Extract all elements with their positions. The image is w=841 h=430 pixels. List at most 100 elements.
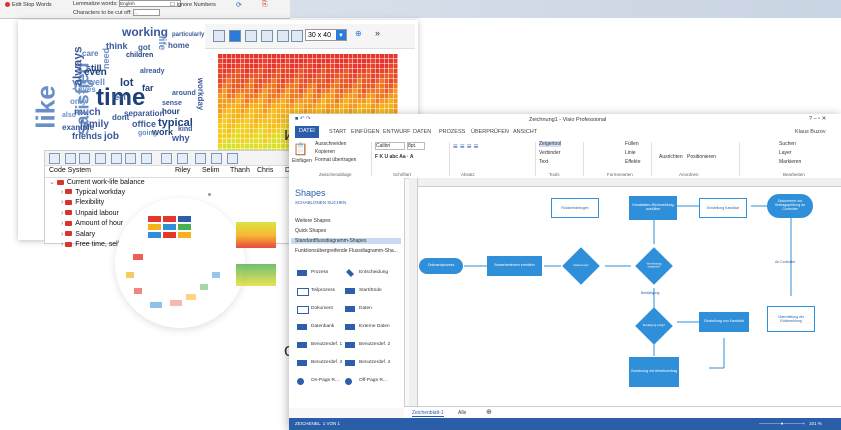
flow-end[interactable]: Dokumente zur Vertragsprüfung an Control… [767,194,813,218]
toolbar-icon[interactable] [125,153,136,164]
shape-label[interactable]: Teilprozess [311,288,335,293]
shape-label[interactable]: Daten [359,306,372,311]
tab-start[interactable]: START [329,129,347,135]
add-sheet-icon[interactable]: ⊕ [486,408,492,416]
shape-icon[interactable] [297,306,309,314]
lemmatize-option[interactable]: Lemmatize words: English [73,0,182,7]
chevron-icon[interactable]: ⌄ [49,179,57,186]
shape-icon[interactable] [345,378,352,385]
more-shapes-link[interactable]: Weitere Shapes [295,218,330,224]
shape-icon[interactable] [297,324,307,330]
toolbar-icon[interactable] [211,153,222,164]
filter-icon[interactable]: ⊕ [355,29,362,38]
flow-document[interactable]: Rückmeldebogen [551,198,599,218]
connector-button[interactable]: Verbinder [539,150,560,156]
flow-document[interactable]: Übermittlung der Rückmeldung [767,306,815,332]
toolbar-icon[interactable] [95,153,106,164]
shape-icon[interactable] [297,288,309,296]
code-row[interactable]: ⌄ Current work-life balance [45,178,293,189]
shape-label[interactable]: Prozess [311,270,328,275]
align-button[interactable]: Ausrichten [659,154,683,160]
col-header[interactable]: Riley [175,167,191,174]
shape-icon[interactable] [297,270,307,276]
fill-button[interactable]: Füllen [625,141,639,147]
sheet-tab[interactable]: Zeichenblatt-1 [412,410,444,417]
shape-label[interactable]: Off-Page R... [359,378,387,383]
toolbar-icon[interactable] [111,153,122,164]
select-button[interactable]: Markieren [779,159,801,165]
shape-icon[interactable] [297,360,307,366]
shape-label[interactable]: Start/Ende [359,288,382,293]
chars-input[interactable]: ... [133,9,161,16]
toolbar-icon[interactable] [177,153,188,164]
functional-stencil[interactable]: Funktionsübergreifende Flussdiagramm-Sha… [295,248,398,254]
paste-button[interactable]: Einfügen [292,158,312,164]
tab-prozess[interactable]: PROZESS [439,129,465,135]
tab-ueberpruefen[interactable]: ÜBERPRÜFEN [471,129,509,135]
tab-entwurf[interactable]: ENTWURF [383,129,411,135]
shape-icon[interactable] [297,378,304,385]
col-header[interactable]: Chris [257,167,273,174]
ignore-numbers-checkbox[interactable]: ☐ Ignore Numbers [170,2,216,8]
shape-icon[interactable] [297,342,307,348]
shape-label[interactable]: Dokument [311,306,333,311]
refresh-icon[interactable]: ⟳ [236,1,242,9]
shape-icon[interactable] [345,288,355,294]
position-button[interactable]: Positionieren [687,154,716,160]
pointer-tool-button[interactable]: Zeigertool [539,141,562,147]
toolbar-icon[interactable] [195,153,206,164]
shapes-tabs[interactable]: SCHABLONEN SUCHEN [295,200,346,205]
shape-icon[interactable] [346,269,354,277]
toolbar-icon[interactable] [161,153,172,164]
shape-label[interactable]: Datenbank [311,324,334,329]
shape-label[interactable]: Entscheidung [359,270,388,275]
copy-button[interactable]: Kopieren [315,149,335,155]
tab-datei[interactable]: DATEI [295,126,319,138]
tab-einfuegen[interactable]: EINFÜGEN [351,129,379,135]
shape-label[interactable]: Externe Daten [359,324,390,329]
toolbar-icon[interactable] [49,153,60,164]
shape-icon[interactable] [345,342,355,348]
flow-step[interactable]: Kandidaten-Rückmeldung ausfüllen [629,196,677,220]
toolbar-icon[interactable] [229,30,241,42]
edit-stop-words-button[interactable]: Edit Stop Words [5,2,52,8]
shape-label[interactable]: Benutzerdef. 2 [359,342,390,347]
flow-start[interactable]: Onboardprozess [419,258,463,274]
flow-step[interactable]: Bewerbertermin ermitteln [487,256,542,276]
shape-icon[interactable] [345,360,355,366]
toolbar-icon[interactable] [245,30,257,42]
find-button[interactable]: Suchen [779,141,796,147]
flow-document[interactable]: Einstellung Kandidat [699,198,747,218]
col-header[interactable]: Code System [49,167,91,174]
cut-button[interactable]: Ausschneiden [315,141,346,147]
font-select[interactable]: Calibri [375,142,405,150]
quick-shapes-link[interactable]: Quick Shapes [295,228,326,234]
bold-italic-icons[interactable]: F K U abc Aa · A [375,154,414,160]
text-tool-button[interactable]: Text [539,159,548,165]
all-sheets-button[interactable]: Alle [458,410,466,416]
paste-icon[interactable]: 📋 [293,142,308,156]
grid-size-select[interactable]: 30 x 40 ▼ [305,29,347,41]
effects-button[interactable]: Effekte [625,159,640,165]
standard-stencil[interactable]: Standardflussdiagramm-Shapes [291,238,401,244]
zoom-level[interactable]: 101 % [809,421,822,426]
shape-label[interactable]: Benutzerdef. 3 [311,360,342,365]
align-icons[interactable]: ≡ ≡ ≡ ≡ [453,142,478,151]
tab-daten[interactable]: DATEN [413,129,431,135]
shape-label[interactable]: Benutzerdef. 1 [311,342,342,347]
export-icon[interactable]: ⎘ [262,1,268,9]
toolbar-icon[interactable] [261,30,273,42]
toolbar-icon[interactable] [291,30,303,42]
toolbar-icon[interactable] [141,153,152,164]
layer-button[interactable]: Layer [779,150,792,156]
toolbar-icon[interactable] [213,30,225,42]
zoom-slider[interactable]: –──────●──────+ [759,421,805,426]
col-header[interactable]: Thanh [230,167,250,174]
window-controls[interactable]: ? – ▫ ✕ [809,116,826,122]
shape-icon[interactable] [345,324,355,330]
toolbar-icon[interactable] [227,153,238,164]
line-button[interactable]: Linie [625,150,636,156]
format-painter-button[interactable]: Format übertragen [315,157,356,163]
shape-label[interactable]: On-Page R... [311,378,339,383]
shape-label[interactable]: Benutzerdef. 4 [359,360,390,365]
